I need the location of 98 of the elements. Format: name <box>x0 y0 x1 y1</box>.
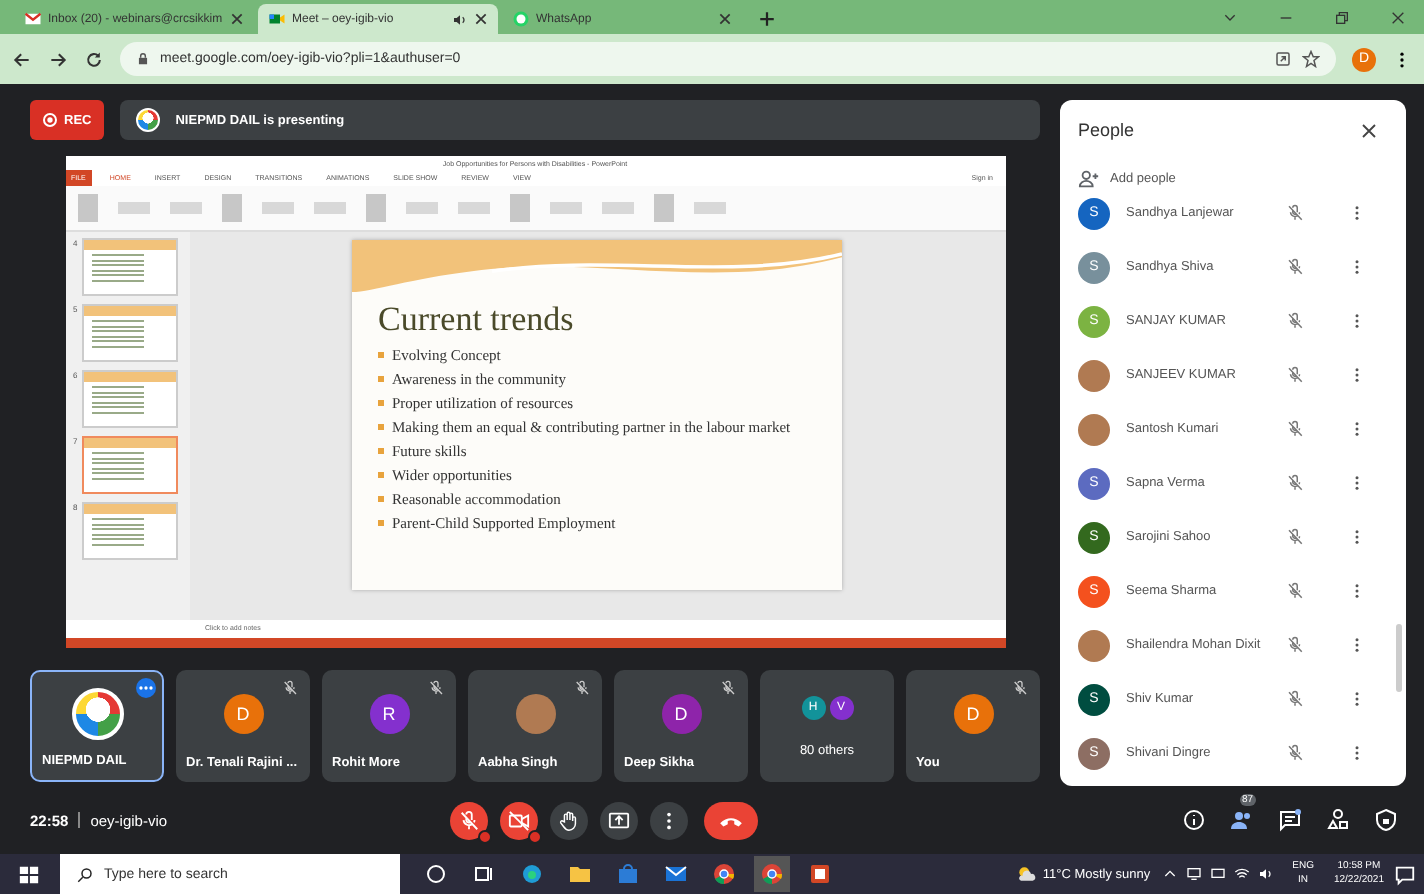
close-icon[interactable] <box>474 12 488 26</box>
slides-app-icon[interactable] <box>808 862 832 886</box>
slide-thumbnail[interactable] <box>81 436 178 494</box>
alert-badge <box>528 829 542 843</box>
shield-lock-icon[interactable] <box>1374 808 1398 832</box>
restore-icon[interactable] <box>1334 10 1350 26</box>
avatar: R <box>369 693 409 733</box>
chat-bubble-icon <box>512 10 530 28</box>
logo-icon <box>135 108 160 132</box>
mic-off-icon <box>1286 690 1304 708</box>
chrome-icon[interactable] <box>760 862 784 886</box>
star-icon[interactable] <box>1302 50 1320 68</box>
mail-icon <box>24 10 42 28</box>
mic-off-icon <box>1286 582 1304 600</box>
camera-button[interactable] <box>500 801 538 839</box>
add-person-icon <box>1078 167 1100 189</box>
close-icon[interactable] <box>230 12 244 26</box>
avatar: D <box>661 693 701 733</box>
video-off-icon <box>508 809 530 831</box>
bullet-icon <box>378 520 384 526</box>
slide-thumbnail[interactable] <box>81 502 178 560</box>
present-screen-icon <box>608 809 630 831</box>
scrollbar-thumb[interactable] <box>1396 624 1402 692</box>
weather-sun-icon <box>1016 864 1037 884</box>
microphone-button[interactable] <box>450 801 488 839</box>
bullet-icon <box>378 448 384 454</box>
info-icon[interactable] <box>1182 808 1206 832</box>
speaker-icon <box>452 11 468 27</box>
photo-placeholder <box>1078 359 1110 391</box>
bullet-icon <box>378 472 384 478</box>
mic-off-icon <box>1286 366 1304 384</box>
raise-hand-button[interactable] <box>550 801 588 839</box>
alert-badge <box>478 829 492 843</box>
mic-off-icon <box>282 680 298 696</box>
photo-placeholder <box>1078 413 1110 445</box>
record-icon <box>42 112 58 128</box>
share-icon[interactable] <box>1274 50 1292 68</box>
browser-icon[interactable] <box>520 862 544 886</box>
bullet-icon <box>378 496 384 502</box>
mic-off-icon <box>1286 420 1304 438</box>
mic-off-icon <box>1286 474 1304 492</box>
mic-off-icon <box>1286 204 1304 222</box>
avatar: D <box>953 693 993 733</box>
mic-off-icon <box>1286 528 1304 546</box>
tab-search-icon[interactable] <box>1222 10 1238 26</box>
slide-thumbnail[interactable] <box>81 304 178 362</box>
mic-off-icon <box>1286 744 1304 762</box>
mic-off-icon <box>1286 312 1304 330</box>
folder-icon[interactable] <box>568 862 592 886</box>
reload-icon[interactable] <box>84 49 104 69</box>
slide-thumbnail[interactable] <box>81 238 178 296</box>
video-camera-icon <box>268 10 286 28</box>
mic-off-icon <box>458 809 480 831</box>
mic-off-icon <box>1286 636 1304 654</box>
caret-up-icon[interactable] <box>1162 866 1179 882</box>
volume-icon[interactable] <box>1258 866 1275 882</box>
close-icon[interactable] <box>1360 121 1378 139</box>
photo-placeholder <box>1078 629 1110 661</box>
photo-placeholder <box>515 693 555 733</box>
close-icon[interactable] <box>1390 10 1406 26</box>
activities-icon[interactable] <box>1326 808 1350 832</box>
wifi-icon[interactable] <box>1234 866 1251 882</box>
notifications-icon[interactable] <box>1394 863 1416 885</box>
slide-thumbnail[interactable] <box>81 370 178 428</box>
leave-call-button[interactable] <box>704 801 758 839</box>
network-icon[interactable] <box>1186 866 1203 882</box>
chat-icon[interactable] <box>1278 808 1302 832</box>
more-options-button[interactable] <box>650 801 688 839</box>
mic-off-icon <box>720 680 736 696</box>
new-tab-icon[interactable] <box>758 10 776 28</box>
mic-off-icon <box>428 680 444 696</box>
task-switch-icon[interactable] <box>472 862 496 886</box>
bullet-icon <box>378 352 384 358</box>
present-button[interactable] <box>600 801 638 839</box>
display-icon[interactable] <box>1210 866 1227 882</box>
mic-off-icon <box>1012 680 1028 696</box>
chrome-icon[interactable] <box>712 862 736 886</box>
forward-icon[interactable] <box>48 49 68 69</box>
lock-icon <box>136 52 150 66</box>
start-icon[interactable] <box>18 863 40 885</box>
task-view-icon[interactable] <box>424 862 448 886</box>
mic-off-icon <box>1286 258 1304 276</box>
panel-title: People <box>1078 120 1135 140</box>
bullet-icon <box>378 376 384 382</box>
back-icon[interactable] <box>12 49 32 69</box>
close-icon[interactable] <box>718 12 732 26</box>
mail-icon[interactable] <box>664 862 688 886</box>
people-icon[interactable] <box>1230 808 1254 832</box>
search-icon <box>76 865 94 883</box>
more-options-icon[interactable] <box>136 678 156 698</box>
store-icon[interactable] <box>616 862 640 886</box>
avatar: D <box>223 693 263 733</box>
bullet-icon <box>378 424 384 430</box>
logo-icon <box>71 687 123 739</box>
mic-off-icon <box>574 680 590 696</box>
slide-title: Current trends <box>376 298 576 340</box>
bullet-icon <box>378 400 384 406</box>
hand-icon <box>558 809 580 831</box>
